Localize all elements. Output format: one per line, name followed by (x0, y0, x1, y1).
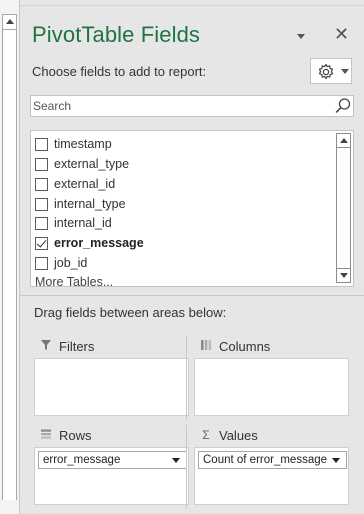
rows-header: Rows (34, 425, 189, 445)
scroll-up-button[interactable] (336, 133, 351, 148)
field-item-internal-id[interactable]: internal_id (35, 214, 325, 232)
field-item-timestamp[interactable]: timestamp (35, 135, 325, 153)
rows-icon (38, 428, 54, 443)
area-separator (186, 336, 187, 420)
section-divider (20, 295, 364, 296)
scroll-up-button[interactable] (2, 14, 17, 30)
field-checkbox[interactable] (35, 137, 48, 151)
field-list-scrollbar[interactable] (335, 133, 352, 285)
rows-field-pill[interactable]: error_message (38, 451, 187, 469)
area-separator (186, 425, 187, 509)
drag-fields-label: Drag fields between areas below: (34, 305, 227, 320)
field-item-job-id[interactable]: job_id (35, 254, 325, 272)
field-checkbox[interactable] (35, 197, 48, 211)
columns-drop-zone[interactable] (194, 358, 349, 416)
choose-fields-label: Choose fields to add to report: (32, 64, 207, 79)
field-checkbox[interactable] (35, 177, 48, 191)
rows-label: Rows (59, 427, 92, 443)
gear-icon (318, 63, 334, 80)
field-checkbox[interactable] (35, 216, 48, 230)
search-input[interactable] (33, 97, 328, 115)
values-field-pill[interactable]: Count of error_message (198, 451, 347, 469)
scroll-down-button[interactable] (336, 268, 351, 283)
search-icon[interactable] (334, 97, 352, 115)
scrollbar-thumb[interactable] (336, 148, 351, 268)
field-checkbox[interactable] (35, 256, 48, 270)
field-checkbox-checked[interactable] (35, 236, 48, 250)
field-label: external_type (54, 157, 130, 171)
field-label: error_message (54, 236, 144, 250)
more-tables-link[interactable]: More Tables... (35, 275, 113, 286)
field-label: internal_type (54, 197, 126, 211)
chevron-down-icon[interactable] (172, 458, 180, 463)
tools-button[interactable] (310, 58, 352, 84)
task-pane-options-chevron-icon[interactable] (295, 32, 309, 42)
field-list: timestamp external_type external_id inte… (30, 130, 354, 287)
pivot-fields-pane: PivotTable Fields ✕ Choose fields to add… (20, 6, 364, 514)
values-header: Σ Values (194, 425, 349, 445)
chevron-down-icon[interactable] (332, 458, 340, 463)
field-label: timestamp (54, 137, 112, 151)
filters-label: Filters (59, 338, 95, 354)
scrollbar-track[interactable] (2, 30, 17, 500)
filter-icon (38, 339, 54, 354)
filters-drop-zone[interactable] (34, 358, 189, 416)
field-search-box[interactable] (30, 95, 354, 117)
filters-header: Filters (34, 336, 189, 356)
rows-drop-zone[interactable]: error_message (34, 447, 189, 505)
pane-title: PivotTable Fields (32, 22, 200, 47)
field-item-error-message[interactable]: error_message (35, 234, 325, 252)
chevron-down-icon (341, 69, 349, 74)
field-label: job_id (54, 256, 88, 270)
columns-label: Columns (219, 338, 271, 354)
values-field-label: Count of error_message (203, 454, 328, 466)
rows-field-label: error_message (43, 454, 121, 466)
field-checkbox[interactable] (35, 157, 48, 171)
close-icon[interactable]: ✕ (334, 24, 349, 44)
values-label: Values (219, 427, 258, 443)
sigma-icon: Σ (202, 428, 210, 442)
field-item-external-id[interactable]: external_id (35, 175, 325, 193)
field-item-internal-type[interactable]: internal_type (35, 195, 325, 213)
field-item-external-type[interactable]: external_type (35, 155, 325, 173)
field-label: internal_id (54, 216, 112, 230)
columns-header: Columns (194, 336, 349, 356)
columns-icon (198, 339, 214, 354)
values-drop-zone[interactable]: Count of error_message (194, 447, 349, 505)
sheet-vertical-scrollbar[interactable] (0, 0, 20, 514)
field-label: external_id (54, 177, 116, 191)
